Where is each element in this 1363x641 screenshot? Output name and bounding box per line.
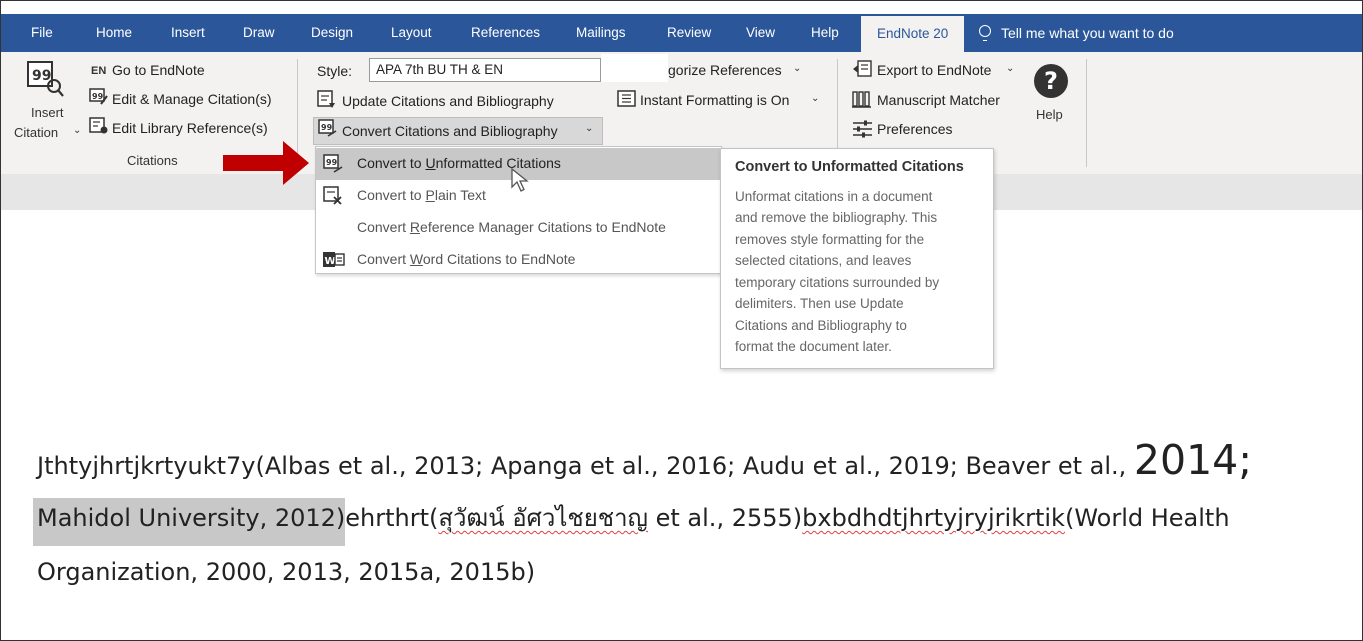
word-window: File Home Insert Draw Design Layout Refe… <box>0 0 1363 641</box>
categorize-references-button[interactable]: gorize References <box>668 62 782 78</box>
tab-review[interactable]: Review <box>667 14 711 52</box>
tab-help[interactable]: Help <box>811 14 839 52</box>
categorize-dropdown-icon[interactable]: ⌄ <box>793 63 801 74</box>
instant-formatting-icon <box>617 90 636 107</box>
svg-text:99: 99 <box>92 92 104 101</box>
insert-citation-icon: 99 <box>27 61 64 97</box>
word-citations-icon: W <box>323 252 345 267</box>
en-badge: EN <box>91 65 107 77</box>
menu-item-label: Convert Word Citations to EndNote <box>357 251 576 267</box>
tab-mailings[interactable]: Mailings <box>576 14 626 52</box>
style-label: Style: <box>317 63 353 79</box>
tooltip-line: and remove the bibliography. This <box>735 210 938 225</box>
plain-text-icon <box>323 186 342 205</box>
tell-me-text: Tell me what you want to do <box>1001 25 1174 41</box>
export-to-endnote-button[interactable]: Export to EndNote <box>877 62 991 78</box>
svg-text:?: ? <box>1044 67 1058 95</box>
tell-me-search[interactable]: Tell me what you want to do <box>979 14 1174 52</box>
menu-item-label: Convert Reference Manager Citations to E… <box>357 219 666 235</box>
convert-citations-icon: 99 <box>318 119 337 137</box>
insert-citation-label-1[interactable]: Insert <box>31 105 64 120</box>
mouse-cursor-icon <box>511 167 529 192</box>
instant-formatting-dropdown-icon[interactable]: ⌄ <box>811 93 819 104</box>
export-dropdown-icon[interactable]: ⌄ <box>1006 63 1014 74</box>
tab-insert[interactable]: Insert <box>171 14 205 52</box>
menu-item-convert-reference-manager[interactable]: Convert Reference Manager Citations to E… <box>316 212 721 244</box>
red-arrow-annotation <box>223 141 309 185</box>
style-dropdown[interactable]: APA 7th BU TH & EN <box>369 58 601 82</box>
export-icon <box>853 60 872 77</box>
style-value: APA 7th BU TH & EN <box>376 62 504 77</box>
document-line-2[interactable]: Mahidol University, 2012)ehrthrt(สุวัฒน์… <box>33 498 1230 546</box>
go-to-endnote-button[interactable]: Go to EndNote <box>112 62 205 78</box>
edit-library-icon <box>89 117 108 134</box>
svg-text:W: W <box>325 256 336 267</box>
menu-item-label: Convert to Plain Text <box>357 187 486 203</box>
tooltip-line: selected citations, and leaves <box>735 253 912 268</box>
selected-citation-text: Mahidol University, 2012) <box>33 498 346 546</box>
tab-draw[interactable]: Draw <box>243 14 275 52</box>
tab-design[interactable]: Design <box>311 14 353 52</box>
tooltip-line: format the document later. <box>735 339 892 354</box>
edit-manage-icon: 99 <box>89 88 108 105</box>
ribbon-tab-bar: File Home Insert Draw Design Layout Refe… <box>1 14 1362 52</box>
manuscript-matcher-icon <box>852 91 871 108</box>
edit-manage-citations-button[interactable]: Edit & Manage Citation(s) <box>112 91 272 107</box>
tooltip-convert-unformatted: Convert to Unformatted Citations Unforma… <box>720 148 994 369</box>
redacted-area <box>601 54 668 82</box>
tooltip-line: Unformat citations in a document <box>735 189 933 204</box>
tab-endnote[interactable]: EndNote 20 <box>861 14 965 52</box>
tab-file[interactable]: File <box>31 14 53 52</box>
document-line-1[interactable]: Jthtyjhrtjkrtyukt7y(Albas et al., 2013; … <box>37 436 1252 484</box>
preferences-button[interactable]: Preferences <box>877 121 952 137</box>
preferences-icon <box>853 120 872 138</box>
insert-citation-dropdown-icon[interactable]: ⌄ <box>73 125 81 136</box>
svg-text:99: 99 <box>326 158 338 167</box>
citations-group-label: Citations <box>127 153 178 168</box>
tab-layout[interactable]: Layout <box>391 14 432 52</box>
menu-item-convert-word-citations[interactable]: W Convert Word Citations to EndNote <box>316 244 721 276</box>
manuscript-matcher-button[interactable]: Manuscript Matcher <box>877 92 1000 108</box>
edit-library-reference-button[interactable]: Edit Library Reference(s) <box>112 120 268 136</box>
tooltip-line: Citations and Bibliography to <box>735 318 907 333</box>
tooltip-line: delimiters. Then use Update <box>735 296 904 311</box>
convert-citations-label: Convert Citations and Bibliography <box>342 123 558 139</box>
tab-references[interactable]: References <box>471 14 540 52</box>
convert-dropdown-icon[interactable]: ⌄ <box>585 123 593 134</box>
lightbulb-icon <box>979 25 991 41</box>
update-citations-button[interactable]: Update Citations and Bibliography <box>342 93 554 109</box>
document-line-3[interactable]: Organization, 2000, 2013, 2015a, 2015b) <box>37 558 535 586</box>
tooltip-title: Convert to Unformatted Citations <box>735 159 964 175</box>
convert-dropdown-menu: 99 Convert to Unformatted Citations Conv… <box>315 146 722 274</box>
group-separator-3 <box>1086 59 1087 167</box>
instant-formatting-button[interactable]: Instant Formatting is On <box>640 92 789 108</box>
tooltip-line: removes style formatting for the <box>735 232 925 247</box>
svg-text:99: 99 <box>321 123 333 132</box>
unformatted-citations-icon: 99 <box>323 154 343 173</box>
update-citations-icon <box>317 90 335 108</box>
insert-citation-label-2[interactable]: Citation <box>14 125 58 140</box>
tooltip-line: temporary citations surrounded by <box>735 275 940 290</box>
tab-view[interactable]: View <box>746 14 775 52</box>
help-icon[interactable]: ? <box>1031 61 1071 101</box>
tab-home[interactable]: Home <box>96 14 132 52</box>
help-label[interactable]: Help <box>1036 107 1063 122</box>
